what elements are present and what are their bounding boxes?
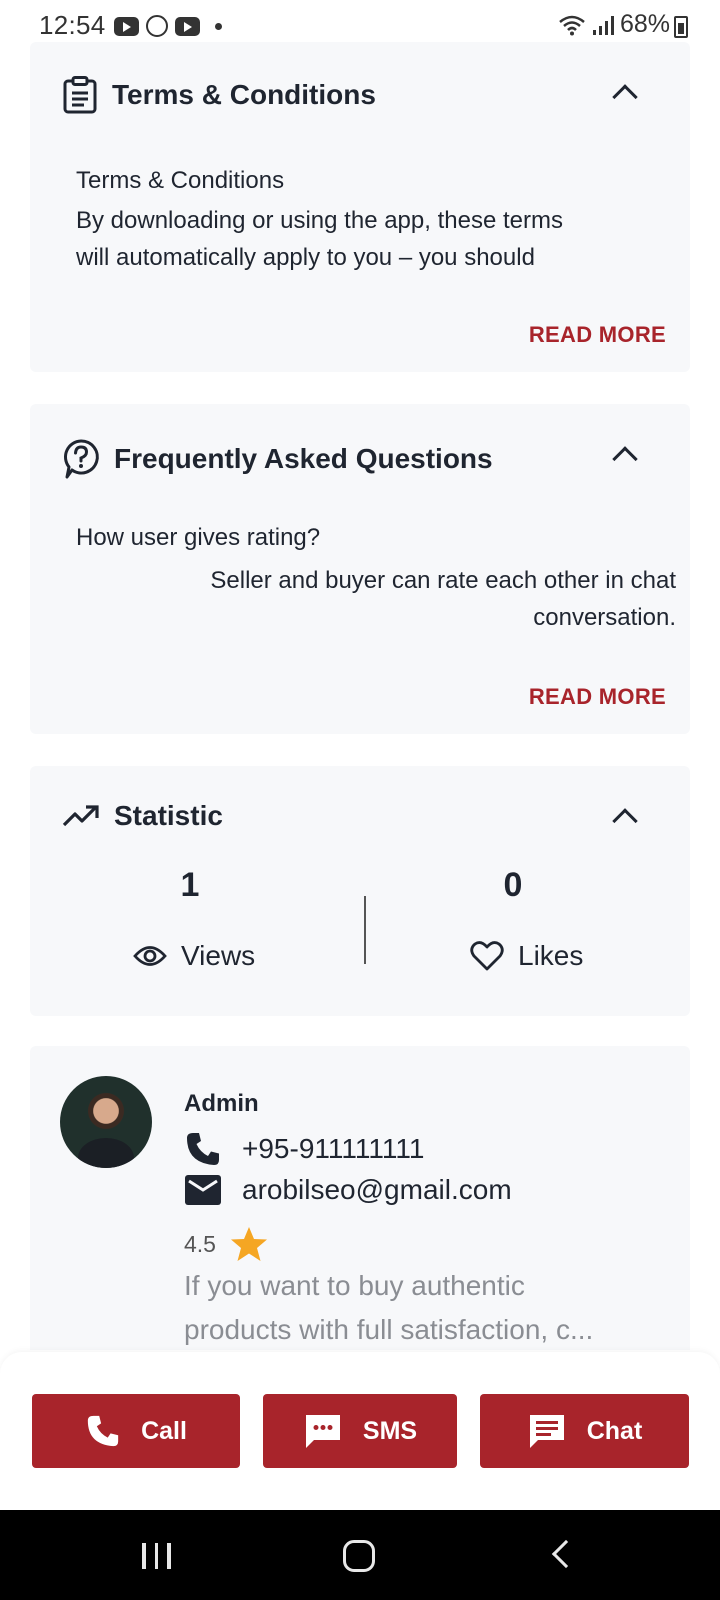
likes-count: 0: [503, 866, 523, 904]
avatar[interactable]: [60, 1076, 152, 1168]
statistic-header[interactable]: Statistic: [62, 800, 223, 832]
seller-phone-row[interactable]: +95-911111111: [184, 1130, 424, 1168]
clipboard-icon: [63, 76, 97, 114]
terms-title: Terms & Conditions: [112, 79, 376, 110]
views-label: Views: [181, 940, 256, 971]
home-icon[interactable]: [343, 1540, 375, 1572]
seller-description: If you want to buy authentic products wi…: [184, 1264, 654, 1350]
faq-title: Frequently Asked Questions: [114, 443, 493, 474]
views-stat: Views: [133, 940, 255, 972]
chat-button-label: Chat: [586, 1416, 643, 1445]
collapse-chevron-icon[interactable]: [612, 808, 638, 834]
statistic-card: Statistic 1 Views 0 Likes: [30, 766, 690, 1016]
seller-description-line: If you want to buy authentic: [184, 1270, 525, 1301]
seller-description-line: products with full satisfaction, c...: [184, 1314, 594, 1345]
phone-icon: [87, 1415, 119, 1447]
terms-body-line: will automatically apply to you – you sh…: [76, 244, 535, 271]
likes-stat[interactable]: Likes: [470, 940, 583, 972]
terms-card: Terms & Conditions Terms & Conditions By…: [30, 42, 690, 372]
chat-button[interactable]: Chat: [480, 1394, 689, 1468]
seller-card: Admin +95-911111111 arobilseo@gmail.com …: [30, 1046, 690, 1350]
eye-icon: [133, 946, 167, 966]
sms-icon: [305, 1415, 340, 1448]
contact-action-bar: Call SMS Chat: [0, 1352, 720, 1510]
sms-button[interactable]: SMS: [263, 1394, 457, 1468]
terms-body-title: Terms & Conditions: [76, 167, 285, 194]
terms-body-line: By downloading or using the app, these t…: [76, 207, 563, 234]
seller-email-row[interactable]: arobilseo@gmail.com: [184, 1174, 512, 1206]
seller-email: arobilseo@gmail.com: [242, 1174, 512, 1205]
seller-phone: +95-911111111: [242, 1133, 425, 1164]
faq-header[interactable]: Frequently Asked Questions: [62, 438, 493, 480]
faq-read-more-link[interactable]: READ MORE: [529, 684, 666, 710]
faq-answer: Seller and buyer can rate each other in …: [126, 562, 676, 636]
faq-answer-line: conversation.: [533, 604, 676, 631]
star-icon: [230, 1227, 267, 1261]
rating-value: 4.5: [184, 1230, 216, 1257]
help-circle-icon: [64, 439, 99, 479]
trending-up-icon: [62, 805, 99, 827]
likes-label: Likes: [518, 940, 584, 971]
stat-divider: [364, 896, 366, 964]
content-scroll[interactable]: Terms & Conditions Terms & Conditions By…: [0, 0, 720, 1350]
recent-apps-icon[interactable]: [142, 1543, 171, 1569]
system-nav-bar: [0, 1510, 720, 1600]
phone-icon: [187, 1133, 219, 1165]
statistic-title: Statistic: [114, 800, 223, 831]
back-icon[interactable]: [551, 1539, 581, 1569]
collapse-chevron-icon[interactable]: [612, 446, 638, 472]
heart-icon: [470, 941, 504, 971]
views-count: 1: [180, 866, 200, 904]
collapse-chevron-icon[interactable]: [612, 84, 638, 110]
faq-question: How user gives rating?: [76, 524, 321, 551]
chat-icon: [529, 1415, 564, 1448]
terms-body: Terms & Conditions By downloading or usi…: [76, 162, 636, 276]
mail-icon: [185, 1175, 221, 1205]
seller-name: Admin: [184, 1090, 259, 1117]
seller-rating: 4.5: [184, 1226, 268, 1262]
terms-read-more-link[interactable]: READ MORE: [529, 322, 666, 348]
faq-card: Frequently Asked Questions How user give…: [30, 404, 690, 734]
call-button-label: Call: [141, 1416, 187, 1445]
sms-button-label: SMS: [362, 1416, 418, 1445]
faq-answer-line: Seller and buyer can rate each other in …: [210, 567, 676, 594]
terms-header[interactable]: Terms & Conditions: [62, 76, 376, 114]
call-button[interactable]: Call: [32, 1394, 240, 1468]
